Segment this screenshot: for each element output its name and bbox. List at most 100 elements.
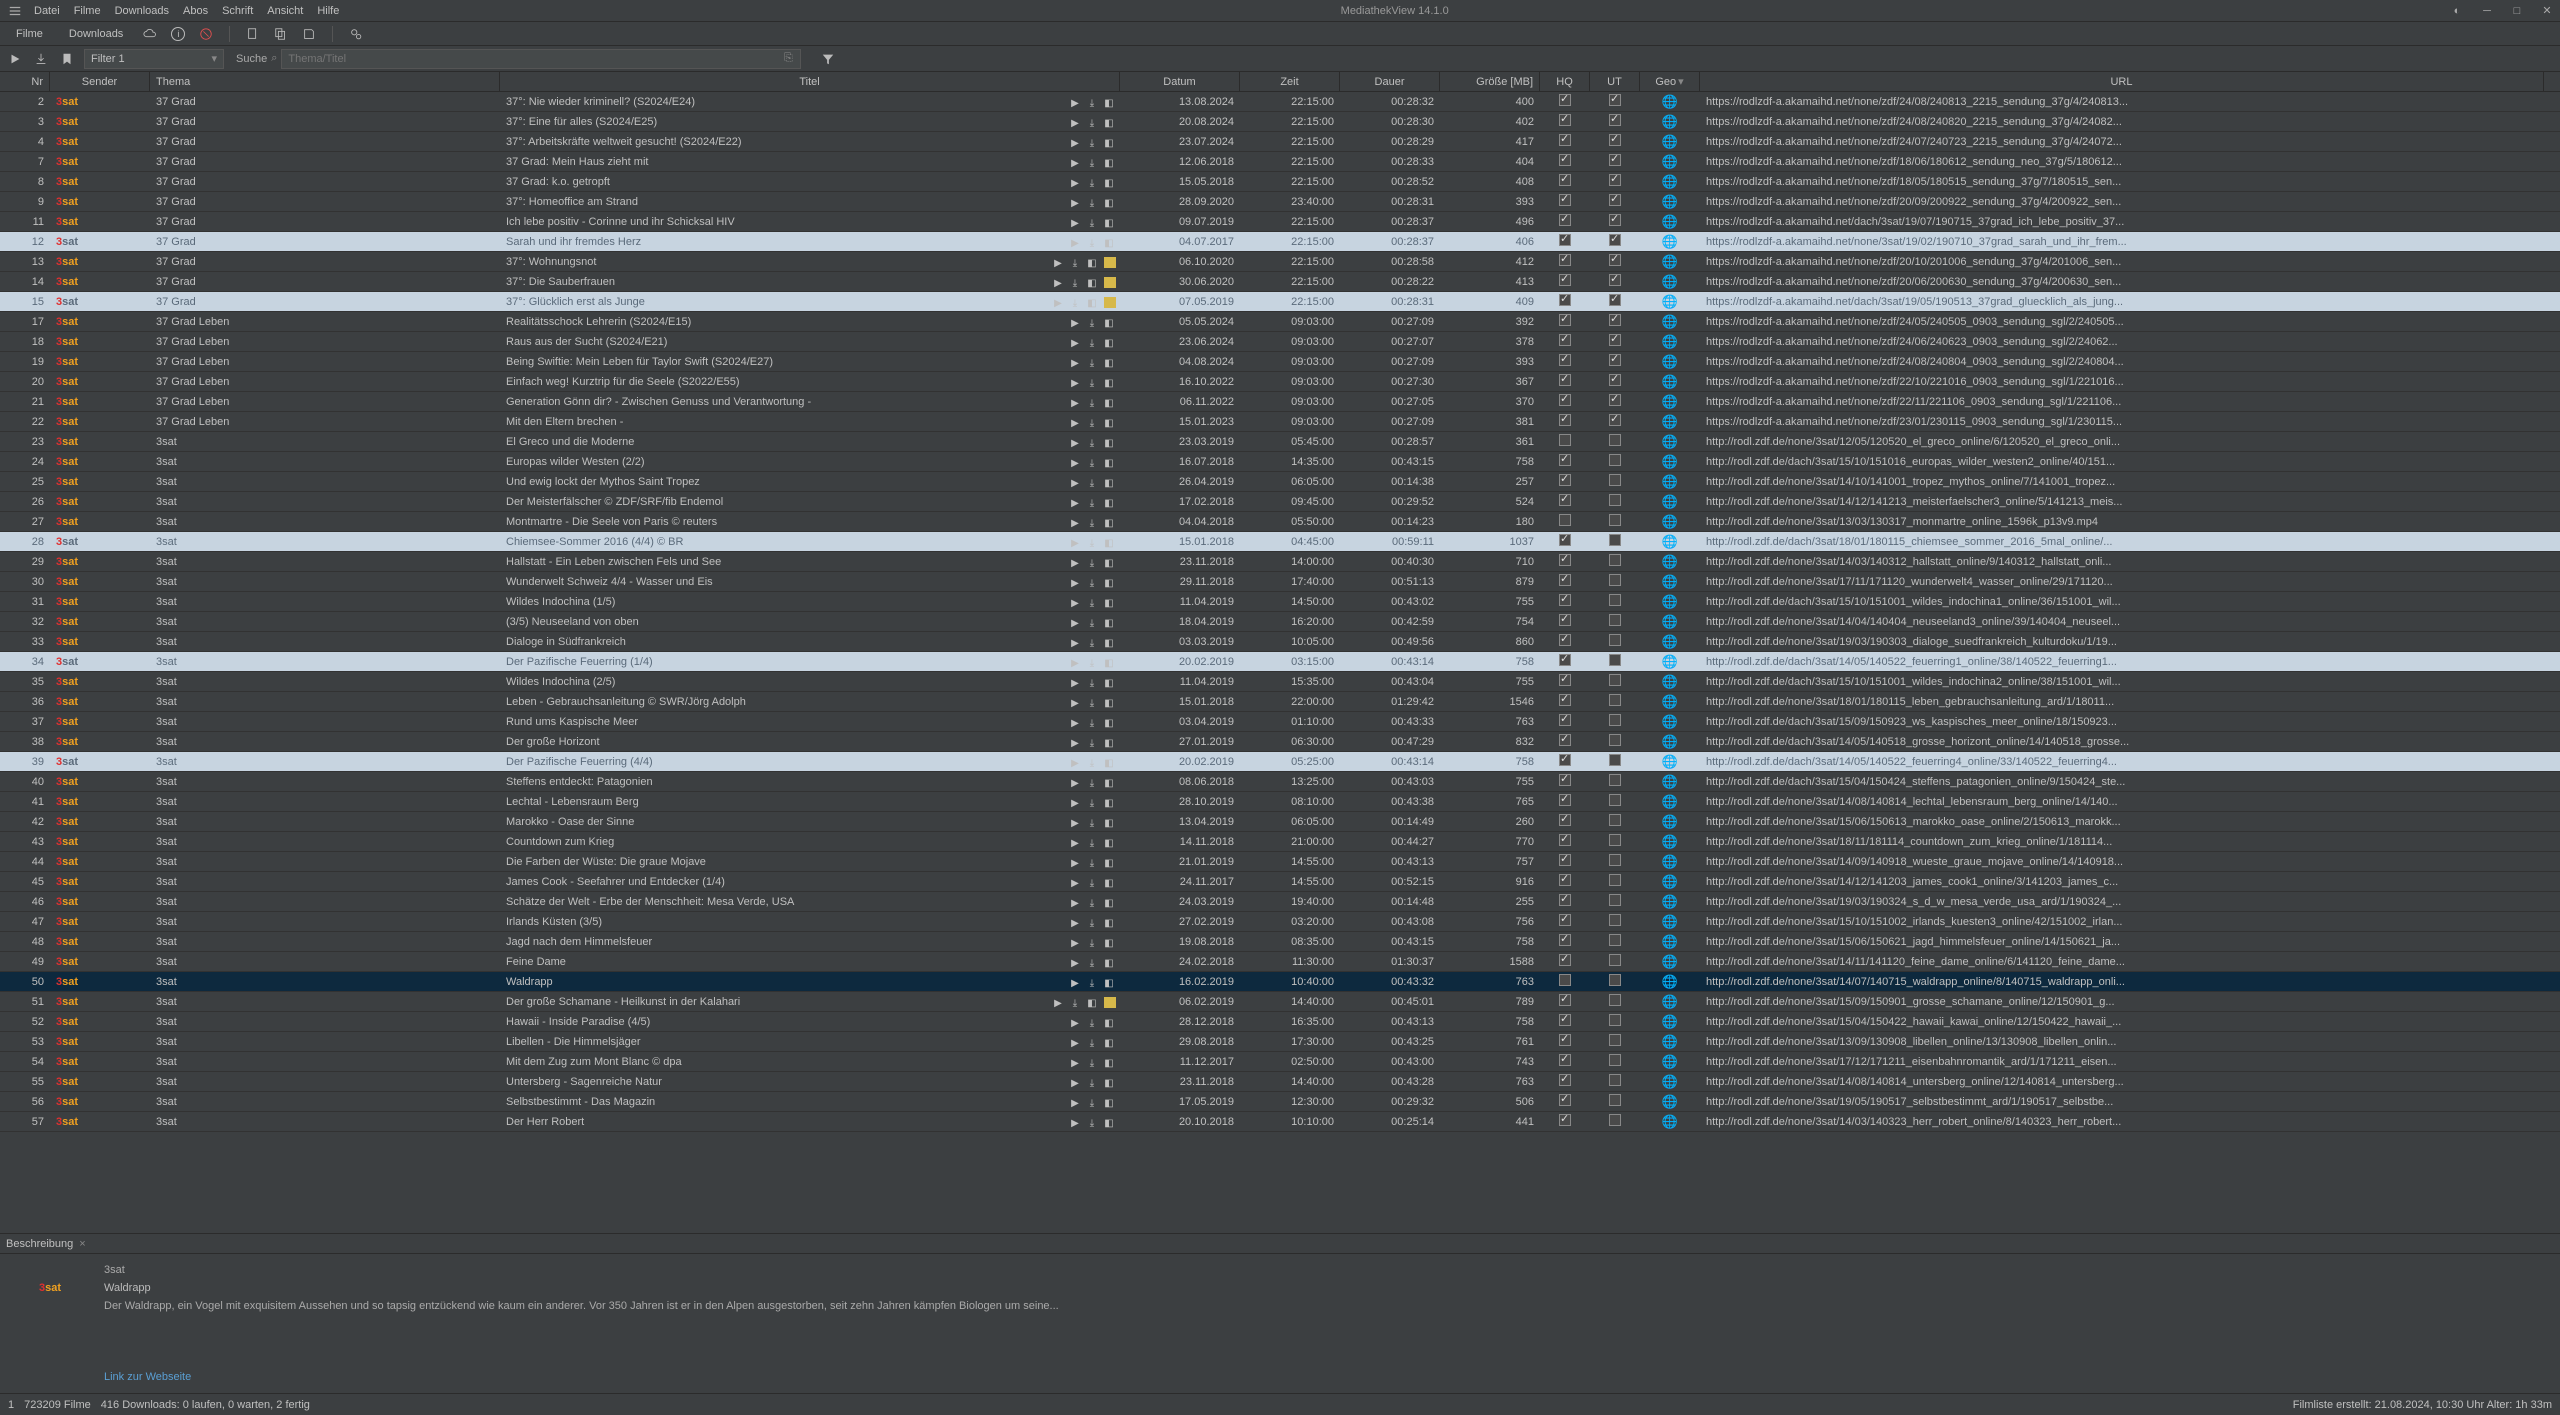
row-download-icon[interactable]: ⤓ <box>1085 117 1099 128</box>
table-row[interactable]: 253sat3satUnd ewig lockt der Mythos Sain… <box>0 472 2560 492</box>
table-row[interactable]: 343sat3satDer Pazifische Feuerring (1/4)… <box>0 652 2560 672</box>
row-bookmark-icon[interactable]: ◧ <box>1102 657 1116 668</box>
col-ut[interactable]: UT <box>1590 72 1640 91</box>
row-download-icon[interactable]: ⤓ <box>1085 737 1099 748</box>
table-row[interactable]: 443sat3satDie Farben der Wüste: Die grau… <box>0 852 2560 872</box>
row-play-icon[interactable]: ▶ <box>1068 637 1082 648</box>
row-play-icon[interactable]: ▶ <box>1068 957 1082 968</box>
row-play-icon[interactable]: ▶ <box>1068 737 1082 748</box>
table-row[interactable]: 193sat37 Grad LebenBeing Swiftie: Mein L… <box>0 352 2560 372</box>
table-row[interactable]: 273sat3satMontmartre - Die Seele von Par… <box>0 512 2560 532</box>
row-play-icon[interactable]: ▶ <box>1068 417 1082 428</box>
row-download-icon[interactable]: ⤓ <box>1085 217 1099 228</box>
row-bookmark-icon[interactable]: ◧ <box>1102 617 1116 628</box>
row-bookmark-icon[interactable]: ◧ <box>1102 817 1116 828</box>
bookmark-icon[interactable] <box>58 50 76 68</box>
row-play-icon[interactable]: ▶ <box>1068 797 1082 808</box>
minimize-icon[interactable]: ─ <box>2480 5 2494 17</box>
row-download-icon[interactable]: ⤓ <box>1085 577 1099 588</box>
row-download-icon[interactable]: ⤓ <box>1085 777 1099 788</box>
row-download-icon[interactable]: ⤓ <box>1085 97 1099 108</box>
row-play-icon[interactable]: ▶ <box>1068 717 1082 728</box>
table-row[interactable]: 73sat37 Grad37 Grad: Mein Haus zieht mit… <box>0 152 2560 172</box>
row-play-icon[interactable]: ▶ <box>1051 277 1065 288</box>
table-row[interactable]: 353sat3satWildes Indochina (2/5)▶⤓◧11.04… <box>0 672 2560 692</box>
row-download-icon[interactable]: ⤓ <box>1085 157 1099 168</box>
row-bookmark-icon[interactable]: ◧ <box>1102 157 1116 168</box>
app-menu-icon[interactable] <box>6 2 24 20</box>
row-bookmark-icon[interactable]: ◧ <box>1102 557 1116 568</box>
col-titel[interactable]: Titel <box>500 72 1120 91</box>
row-bookmark-icon[interactable]: ◧ <box>1102 577 1116 588</box>
row-download-icon[interactable]: ⤓ <box>1085 1117 1099 1128</box>
row-play-icon[interactable]: ▶ <box>1068 917 1082 928</box>
row-bookmark-icon[interactable]: ◧ <box>1085 297 1099 308</box>
menu-abos[interactable]: Abos <box>183 5 208 17</box>
row-play-icon[interactable]: ▶ <box>1068 497 1082 508</box>
filter-dropdown[interactable]: Filter 1▾ <box>84 49 224 69</box>
col-size[interactable]: Größe [MB] <box>1440 72 1540 91</box>
row-bookmark-icon[interactable]: ◧ <box>1102 837 1116 848</box>
row-bookmark-icon[interactable]: ◧ <box>1102 797 1116 808</box>
table-row[interactable]: 403sat3satSteffens entdeckt: Patagonien▶… <box>0 772 2560 792</box>
row-play-icon[interactable]: ▶ <box>1068 657 1082 668</box>
row-play-icon[interactable]: ▶ <box>1068 1037 1082 1048</box>
tab-films[interactable]: Filme <box>10 26 49 42</box>
row-download-icon[interactable]: ⤓ <box>1085 877 1099 888</box>
row-download-icon[interactable]: ⤓ <box>1085 717 1099 728</box>
table-row[interactable]: 413sat3satLechtal - Lebensraum Berg▶⤓◧28… <box>0 792 2560 812</box>
row-bookmark-icon[interactable]: ◧ <box>1102 517 1116 528</box>
row-bookmark-icon[interactable]: ◧ <box>1102 717 1116 728</box>
gears-icon[interactable] <box>349 27 363 41</box>
row-download-icon[interactable]: ⤓ <box>1085 637 1099 648</box>
row-bookmark-icon[interactable]: ◧ <box>1102 417 1116 428</box>
row-play-icon[interactable]: ▶ <box>1068 877 1082 888</box>
table-row[interactable]: 363sat3satLeben - Gebrauchsanleitung © S… <box>0 692 2560 712</box>
row-bookmark-icon[interactable]: ◧ <box>1102 957 1116 968</box>
row-bookmark-icon[interactable]: ◧ <box>1085 997 1099 1008</box>
row-play-icon[interactable]: ▶ <box>1068 197 1082 208</box>
theme-toggle-icon[interactable]: ◐ <box>2450 5 2464 17</box>
menu-downloads[interactable]: Downloads <box>115 5 169 17</box>
row-bookmark-icon[interactable]: ◧ <box>1102 397 1116 408</box>
row-play-icon[interactable]: ▶ <box>1068 357 1082 368</box>
table-row[interactable]: 573sat3satDer Herr Robert▶⤓◧20.10.201810… <box>0 1112 2560 1132</box>
table-row[interactable]: 553sat3satUntersberg - Sagenreiche Natur… <box>0 1072 2560 1092</box>
row-play-icon[interactable]: ▶ <box>1068 597 1082 608</box>
row-play-icon[interactable]: ▶ <box>1068 337 1082 348</box>
row-play-icon[interactable]: ▶ <box>1068 697 1082 708</box>
row-download-icon[interactable]: ⤓ <box>1085 237 1099 248</box>
row-bookmark-icon[interactable]: ◧ <box>1102 597 1116 608</box>
row-play-icon[interactable]: ▶ <box>1068 517 1082 528</box>
row-play-icon[interactable]: ▶ <box>1068 857 1082 868</box>
info-icon[interactable]: i <box>171 27 185 41</box>
table-row[interactable]: 563sat3satSelbstbestimmt - Das Magazin▶⤓… <box>0 1092 2560 1112</box>
col-sender[interactable]: Sender <box>50 72 150 91</box>
row-download-icon[interactable]: ⤓ <box>1085 1077 1099 1088</box>
row-bookmark-icon[interactable]: ◧ <box>1102 637 1116 648</box>
table-row[interactable]: 543sat3satMit dem Zug zum Mont Blanc © d… <box>0 1052 2560 1072</box>
row-bookmark-icon[interactable]: ◧ <box>1102 1017 1116 1028</box>
table-row[interactable]: 383sat3satDer große Horizont▶⤓◧27.01.201… <box>0 732 2560 752</box>
table-row[interactable]: 533sat3satLibellen - Die Himmelsjäger▶⤓◧… <box>0 1032 2560 1052</box>
row-bookmark-icon[interactable]: ◧ <box>1102 217 1116 228</box>
row-bookmark-icon[interactable]: ◧ <box>1102 437 1116 448</box>
row-bookmark-icon[interactable]: ◧ <box>1102 777 1116 788</box>
row-download-icon[interactable]: ⤓ <box>1085 397 1099 408</box>
clipboard-icon[interactable]: ⎘ <box>779 50 797 68</box>
row-play-icon[interactable]: ▶ <box>1068 677 1082 688</box>
row-download-icon[interactable]: ⤓ <box>1085 497 1099 508</box>
row-bookmark-icon[interactable]: ◧ <box>1102 357 1116 368</box>
table-row[interactable]: 473sat3satIrlands Küsten (3/5)▶⤓◧27.02.2… <box>0 912 2560 932</box>
row-download-icon[interactable]: ⤓ <box>1085 817 1099 828</box>
row-play-icon[interactable]: ▶ <box>1068 217 1082 228</box>
row-bookmark-icon[interactable]: ◧ <box>1102 237 1116 248</box>
menu-schrift[interactable]: Schrift <box>222 5 253 17</box>
table-row[interactable]: 113sat37 GradIch lebe positiv - Corinne … <box>0 212 2560 232</box>
row-download-icon[interactable]: ⤓ <box>1085 937 1099 948</box>
table-row[interactable]: 23sat37 Grad37°: Nie wieder kriminell? (… <box>0 92 2560 112</box>
row-bookmark-icon[interactable]: ◧ <box>1102 97 1116 108</box>
row-play-icon[interactable]: ▶ <box>1068 117 1082 128</box>
description-tab[interactable]: Beschreibung <box>6 1238 73 1250</box>
table-row[interactable]: 143sat37 Grad37°: Die Sauberfrauen▶⤓◧30.… <box>0 272 2560 292</box>
